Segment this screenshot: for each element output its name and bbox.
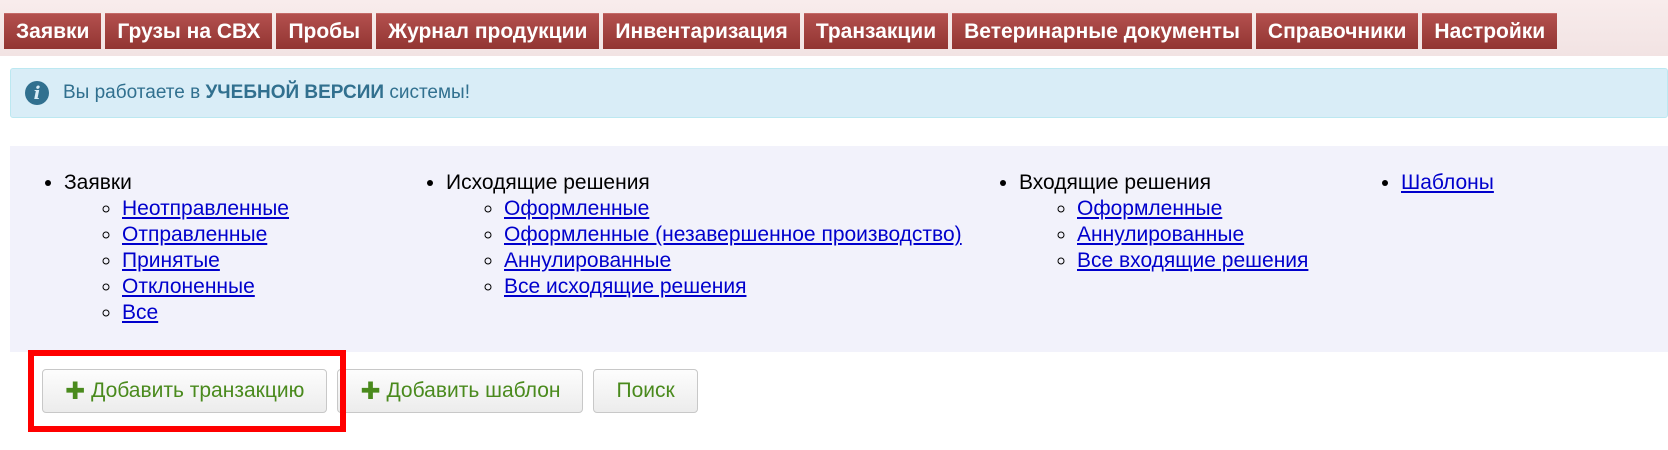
incoming-title: Входящие решения: [1019, 171, 1211, 194]
link-sent[interactable]: Отправленные: [122, 223, 267, 246]
add-template-button[interactable]: ✚ Добавить шаблон: [337, 369, 584, 413]
link-outgoing-all[interactable]: Все исходящие решения: [504, 275, 746, 298]
transactions-menu-panel: Заявки Неотправленные Отправленные Приня…: [10, 146, 1668, 352]
nav-item-transactions[interactable]: Транзакции: [803, 13, 949, 49]
alert-text: Вы работаете в УЧЕБНОЙ ВЕРСИИ системы!: [63, 82, 470, 104]
requests-heading: Заявки Неотправленные Отправленные Приня…: [64, 170, 289, 326]
plus-icon: ✚: [65, 377, 86, 405]
incoming-column: Входящие решения Оформленные Аннулирован…: [965, 170, 1308, 274]
list-item: Аннулированные: [1077, 222, 1308, 248]
list-item: Аннулированные: [504, 248, 962, 274]
plus-icon: ✚: [360, 377, 381, 405]
nav-item-samples[interactable]: Пробы: [276, 13, 373, 49]
training-version-alert: i Вы работаете в УЧЕБНОЙ ВЕРСИИ системы!: [10, 68, 1668, 118]
link-unsent[interactable]: Неотправленные: [122, 197, 289, 220]
link-accepted[interactable]: Принятые: [122, 249, 220, 272]
outgoing-heading: Исходящие решения Оформленные Оформленны…: [446, 170, 962, 300]
nav-item-inventory[interactable]: Инвентаризация: [603, 13, 800, 49]
link-all-requests[interactable]: Все: [122, 301, 158, 324]
alert-strong: УЧЕБНОЙ ВЕРСИИ: [205, 82, 385, 103]
nav-item-reference[interactable]: Справочники: [1255, 13, 1419, 49]
outgoing-title: Исходящие решения: [446, 171, 650, 194]
main-nav: Заявки Грузы на СВХ Пробы Журнал продукц…: [4, 13, 1558, 49]
nav-item-vet-documents[interactable]: Ветеринарные документы: [952, 13, 1252, 49]
add-transaction-label: Добавить транзакцию: [91, 379, 305, 402]
add-template-label: Добавить шаблон: [386, 379, 561, 402]
list-item: Все входящие решения: [1077, 248, 1308, 274]
info-icon: i: [25, 81, 49, 105]
nav-item-svh-cargo[interactable]: Грузы на СВХ: [105, 13, 273, 49]
outgoing-column: Исходящие решения Оформленные Оформленны…: [392, 170, 962, 300]
list-item: Все исходящие решения: [504, 274, 962, 300]
search-label: Поиск: [616, 379, 675, 402]
add-transaction-button[interactable]: ✚ Добавить транзакцию: [42, 369, 328, 413]
link-outgoing-issued-wip[interactable]: Оформленные (незавершенное производство): [504, 223, 962, 246]
link-outgoing-cancelled[interactable]: Аннулированные: [504, 249, 671, 272]
list-item: Оформленные: [504, 196, 962, 222]
link-rejected[interactable]: Отклоненные: [122, 275, 255, 298]
alert-prefix: Вы работаете в: [63, 82, 201, 103]
link-incoming-all[interactable]: Все входящие решения: [1077, 249, 1308, 272]
list-item: Отклоненные: [122, 274, 289, 300]
link-templates[interactable]: Шаблоны: [1401, 171, 1494, 194]
action-buttons: ✚ Добавить транзакцию ✚ Добавить шаблон …: [42, 369, 698, 413]
link-outgoing-issued[interactable]: Оформленные: [504, 197, 649, 220]
list-item: Все: [122, 300, 289, 326]
list-item: Оформленные: [1077, 196, 1308, 222]
list-item: Отправленные: [122, 222, 289, 248]
nav-item-production-journal[interactable]: Журнал продукции: [376, 13, 600, 49]
list-item: Принятые: [122, 248, 289, 274]
incoming-heading: Входящие решения Оформленные Аннулирован…: [1019, 170, 1308, 274]
list-item: Шаблоны: [1401, 170, 1494, 196]
nav-item-settings[interactable]: Настройки: [1422, 13, 1558, 49]
list-item: Оформленные (незавершенное производство): [504, 222, 962, 248]
list-item: Неотправленные: [122, 196, 289, 222]
link-incoming-cancelled[interactable]: Аннулированные: [1077, 223, 1244, 246]
alert-suffix: системы!: [389, 82, 470, 103]
templates-column: Шаблоны: [1347, 170, 1494, 196]
nav-item-requests[interactable]: Заявки: [4, 13, 102, 49]
top-nav-bar: Заявки Грузы на СВХ Пробы Журнал продукц…: [0, 0, 1668, 56]
requests-column: Заявки Неотправленные Отправленные Приня…: [10, 170, 289, 326]
link-incoming-issued[interactable]: Оформленные: [1077, 197, 1222, 220]
search-button[interactable]: Поиск: [593, 369, 698, 413]
requests-title: Заявки: [64, 171, 132, 194]
